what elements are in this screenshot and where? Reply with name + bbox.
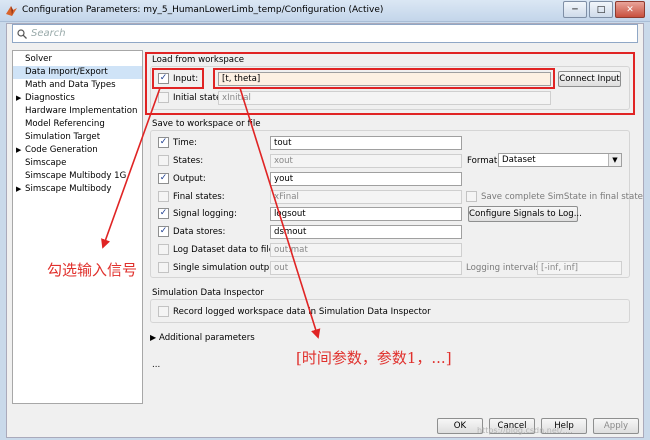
- sdi-section-title: Simulation Data Inspector: [152, 288, 264, 298]
- time-field[interactable]: tout: [270, 136, 462, 150]
- category-tree: Solver Data Import/Export Math and Data …: [12, 50, 143, 404]
- logging-intervals-label: Logging intervals:: [466, 263, 543, 273]
- annotation-params: [时间参数，参数1，...]: [296, 349, 452, 367]
- output-checkbox[interactable]: ✓: [158, 173, 169, 184]
- search-input[interactable]: Search: [31, 28, 66, 39]
- input-label: Input:: [173, 74, 199, 84]
- expand-arrow-icon[interactable]: ▶: [16, 144, 21, 157]
- initial-state-checkbox[interactable]: [158, 92, 169, 103]
- final-states-field[interactable]: xFinal: [270, 190, 462, 204]
- signal-logging-field[interactable]: logsout: [270, 207, 462, 221]
- search-box[interactable]: Search: [12, 24, 638, 43]
- close-button[interactable]: ✕: [615, 1, 645, 18]
- data-stores-field[interactable]: dsmout: [270, 225, 462, 239]
- final-states-label: Final states:: [173, 192, 225, 202]
- connect-input-button[interactable]: Connect Input: [558, 71, 621, 87]
- additional-parameters-toggle[interactable]: Additional parameters: [159, 333, 255, 343]
- initial-state-label: Initial state:: [173, 93, 225, 103]
- record-sdi-label: Record logged workspace data in Simulati…: [173, 307, 431, 317]
- ellipsis-text: ...: [152, 360, 161, 370]
- expand-arrow-icon[interactable]: ▶: [16, 92, 21, 105]
- load-section-title: Load from workspace: [152, 55, 245, 65]
- log-dataset-file-label: Log Dataset data to file:: [173, 245, 277, 255]
- sidebar-item-code-generation[interactable]: ▶ Code Generation: [13, 144, 142, 157]
- output-field[interactable]: yout: [270, 172, 462, 186]
- sidebar-item-simulation-target[interactable]: Simulation Target: [13, 131, 142, 144]
- logging-intervals-field[interactable]: [-inf, inf]: [537, 261, 622, 275]
- sidebar-item-simscape-multibody-1g[interactable]: Simscape Multibody 1G: [13, 170, 142, 183]
- expand-arrow-icon[interactable]: ▶: [16, 183, 21, 196]
- window-title: Configuration Parameters: my_5_HumanLowe…: [22, 5, 384, 15]
- states-checkbox[interactable]: [158, 155, 169, 166]
- log-dataset-file-field[interactable]: out.mat: [270, 243, 462, 257]
- time-label: Time:: [173, 138, 197, 148]
- sidebar-item-simscape[interactable]: Simscape: [13, 157, 142, 170]
- configure-signals-button[interactable]: Configure Signals to Log...: [468, 206, 582, 222]
- watermark: https://blog.csdn.net/....: [477, 426, 573, 435]
- states-label: States:: [173, 156, 204, 166]
- single-sim-output-label: Single simulation output:: [173, 263, 281, 273]
- sidebar-item-hardware[interactable]: Hardware Implementation: [13, 105, 142, 118]
- sidebar-item-data-import-export[interactable]: Data Import/Export: [13, 66, 142, 79]
- format-label: Format:: [467, 156, 501, 166]
- states-field[interactable]: xout: [270, 154, 462, 168]
- output-label: Output:: [173, 174, 206, 184]
- sidebar-item-model-referencing[interactable]: Model Referencing: [13, 118, 142, 131]
- data-stores-checkbox[interactable]: ✓: [158, 226, 169, 237]
- input-field[interactable]: [t, theta]: [218, 72, 551, 86]
- save-complete-simstate-label: Save complete SimState in final state: [481, 192, 643, 202]
- title-bar: Configuration Parameters: my_5_HumanLowe…: [0, 0, 650, 22]
- signal-logging-checkbox[interactable]: ✓: [158, 208, 169, 219]
- sidebar-item-solver[interactable]: Solver: [13, 53, 142, 66]
- search-icon: [17, 29, 27, 39]
- format-select[interactable]: Dataset ▼: [498, 153, 622, 167]
- sidebar-item-simscape-multibody[interactable]: ▶ Simscape Multibody: [13, 183, 142, 196]
- record-sdi-checkbox[interactable]: [158, 306, 169, 317]
- final-states-checkbox[interactable]: [158, 191, 169, 202]
- minimize-button[interactable]: ─: [563, 1, 587, 18]
- additional-params-arrow-icon[interactable]: ▶: [150, 333, 156, 342]
- save-section-title: Save to workspace or file: [152, 119, 261, 129]
- save-complete-simstate-checkbox[interactable]: [466, 191, 477, 202]
- apply-button[interactable]: Apply: [593, 418, 639, 434]
- single-sim-output-checkbox[interactable]: [158, 262, 169, 273]
- signal-logging-label: Signal logging:: [173, 209, 237, 219]
- chevron-down-icon[interactable]: ▼: [608, 154, 621, 166]
- sidebar-item-diagnostics[interactable]: ▶ Diagnostics: [13, 92, 142, 105]
- data-stores-label: Data stores:: [173, 227, 226, 237]
- annotation-check-input: 勾选输入信号: [47, 261, 138, 279]
- maximize-button[interactable]: □: [589, 1, 613, 18]
- log-dataset-file-checkbox[interactable]: [158, 244, 169, 255]
- matlab-app-icon: [6, 6, 17, 16]
- time-checkbox[interactable]: ✓: [158, 137, 169, 148]
- sidebar-item-math-data-types[interactable]: Math and Data Types: [13, 79, 142, 92]
- initial-state-field[interactable]: xInitial: [218, 91, 551, 105]
- single-sim-output-field[interactable]: out: [270, 261, 462, 275]
- input-checkbox[interactable]: ✓: [158, 73, 169, 84]
